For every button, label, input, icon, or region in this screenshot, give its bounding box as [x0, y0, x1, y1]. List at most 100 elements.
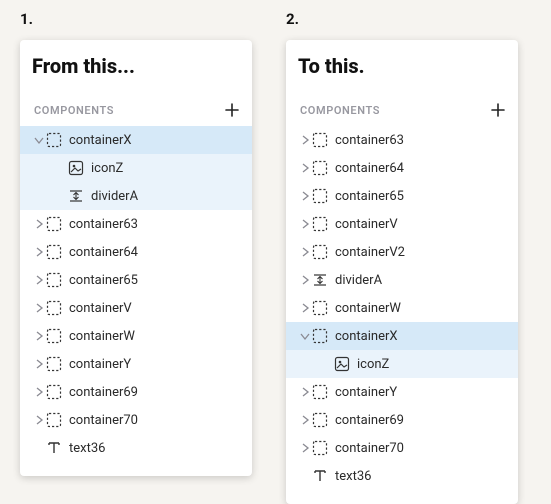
- tree-item[interactable]: dividerA: [20, 182, 252, 210]
- chevron-right-icon[interactable]: [298, 162, 312, 174]
- tree-item[interactable]: containerX: [286, 322, 518, 350]
- tree-item[interactable]: iconZ: [20, 154, 252, 182]
- tree-item[interactable]: text36: [286, 462, 518, 490]
- chevron-right-icon[interactable]: [32, 218, 46, 230]
- component-tree: container63 container64 container65 contain…: [286, 124, 518, 504]
- tree-item[interactable]: container64: [286, 154, 518, 182]
- tree-item-label: dividerA: [91, 190, 138, 203]
- tree-item-label: containerX: [335, 330, 398, 343]
- tree-item-label: container64: [69, 246, 138, 259]
- section-header: COMPONENTS: [286, 96, 518, 124]
- tree-item[interactable]: container69: [286, 406, 518, 434]
- chevron-right-icon[interactable]: [298, 442, 312, 454]
- step-number-1: 1.: [20, 10, 33, 28]
- tree-item-label: iconZ: [91, 162, 123, 175]
- divider-icon: [68, 188, 84, 204]
- tree-item[interactable]: containerV: [20, 294, 252, 322]
- tree-item-label: container70: [69, 414, 138, 427]
- chevron-right-icon[interactable]: [298, 190, 312, 202]
- tree-item-label: dividerA: [335, 274, 382, 287]
- chevron-right-icon[interactable]: [32, 246, 46, 258]
- container-icon: [46, 412, 62, 428]
- chevron-right-icon[interactable]: [298, 302, 312, 314]
- chevron-right-icon[interactable]: [32, 274, 46, 286]
- plus-icon: [224, 102, 240, 118]
- icon-icon: [68, 160, 84, 176]
- tree-item[interactable]: containerX: [20, 126, 252, 154]
- tree-item[interactable]: containerY: [20, 350, 252, 378]
- tree-item[interactable]: containerW: [286, 294, 518, 322]
- container-icon: [312, 328, 328, 344]
- tree-item[interactable]: dividerA: [286, 266, 518, 294]
- panel-title: To this.: [286, 40, 518, 96]
- tree-item-label: containerX: [69, 134, 132, 147]
- add-component-button[interactable]: [222, 100, 242, 120]
- container-icon: [46, 328, 62, 344]
- chevron-right-icon[interactable]: [298, 246, 312, 258]
- tree-item[interactable]: container63: [286, 126, 518, 154]
- container-icon: [312, 384, 328, 400]
- add-component-button[interactable]: [488, 100, 508, 120]
- tree-item[interactable]: container70: [20, 406, 252, 434]
- chevron-right-icon[interactable]: [298, 274, 312, 286]
- tree-item-label: text36: [69, 442, 105, 455]
- tree-item-label: container65: [69, 274, 138, 287]
- section-header: COMPONENTS: [20, 96, 252, 124]
- container-icon: [46, 216, 62, 232]
- chevron-right-icon[interactable]: [32, 414, 46, 426]
- tree-item[interactable]: containerV: [286, 210, 518, 238]
- container-icon: [312, 188, 328, 204]
- tree-item[interactable]: containerW: [20, 322, 252, 350]
- chevron-right-icon[interactable]: [32, 302, 46, 314]
- tree-item-label: containerW: [69, 330, 135, 343]
- tree-item[interactable]: text36: [20, 434, 252, 462]
- chevron-right-icon[interactable]: [32, 358, 46, 370]
- container-icon: [46, 244, 62, 260]
- tree-item[interactable]: container64: [20, 238, 252, 266]
- container-icon: [312, 160, 328, 176]
- chevron-right-icon[interactable]: [298, 414, 312, 426]
- section-label: COMPONENTS: [34, 104, 114, 117]
- container-icon: [312, 440, 328, 456]
- tree-item-label: containerV2: [335, 246, 405, 259]
- tree-item[interactable]: container65: [20, 266, 252, 294]
- tree-item-label: container69: [335, 414, 404, 427]
- component-tree: containerX iconZ dividerA container63 contai…: [20, 124, 252, 476]
- chevron-right-icon[interactable]: [298, 218, 312, 230]
- chevron-right-icon[interactable]: [298, 386, 312, 398]
- tree-item-label: containerY: [335, 386, 397, 399]
- container-icon: [312, 412, 328, 428]
- container-icon: [46, 272, 62, 288]
- tree-item-label: container69: [69, 386, 138, 399]
- tree-item[interactable]: container65: [286, 182, 518, 210]
- container-icon: [312, 132, 328, 148]
- tree-item-label: containerV: [69, 302, 132, 315]
- text-icon: [46, 440, 62, 456]
- tree-item[interactable]: container70: [286, 434, 518, 462]
- tree-item[interactable]: containerY: [286, 378, 518, 406]
- tree-item[interactable]: iconZ: [286, 350, 518, 378]
- chevron-down-icon[interactable]: [32, 134, 46, 146]
- tree-item-label: container70: [335, 442, 404, 455]
- icon-icon: [334, 356, 350, 372]
- divider-icon: [312, 272, 328, 288]
- chevron-right-icon[interactable]: [298, 134, 312, 146]
- container-icon: [46, 132, 62, 148]
- container-icon: [312, 244, 328, 260]
- tree-item-label: container63: [69, 218, 138, 231]
- component-panel-before: From this... COMPONENTS containerXiconZd…: [20, 40, 252, 476]
- section-label: COMPONENTS: [300, 104, 380, 117]
- plus-icon: [490, 102, 506, 118]
- tree-item[interactable]: container69: [20, 378, 252, 406]
- container-icon: [46, 356, 62, 372]
- tree-item-label: container63: [335, 134, 404, 147]
- tree-item-label: text36: [335, 470, 371, 483]
- text-icon: [312, 468, 328, 484]
- chevron-down-icon[interactable]: [298, 330, 312, 342]
- tree-item[interactable]: containerV2: [286, 238, 518, 266]
- tree-item[interactable]: container63: [20, 210, 252, 238]
- chevron-right-icon[interactable]: [32, 330, 46, 342]
- container-icon: [312, 300, 328, 316]
- tree-item-label: container65: [335, 190, 404, 203]
- chevron-right-icon[interactable]: [32, 386, 46, 398]
